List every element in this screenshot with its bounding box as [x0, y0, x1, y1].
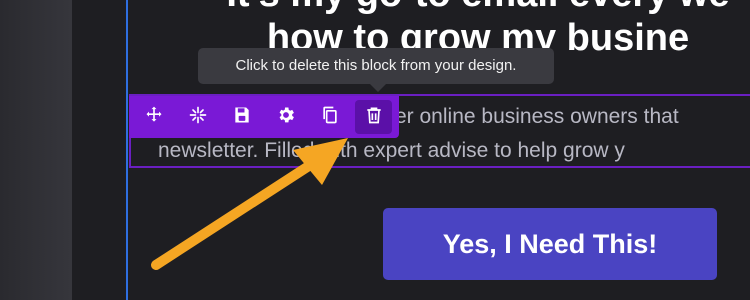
- duplicate-button[interactable]: [311, 100, 348, 134]
- cta-button[interactable]: Yes, I Need This!: [383, 208, 717, 280]
- gear-icon: [276, 105, 296, 130]
- move-button[interactable]: [135, 100, 172, 134]
- animate-button[interactable]: [179, 100, 216, 134]
- settings-button[interactable]: [267, 100, 304, 134]
- block-toolbar: [129, 96, 399, 138]
- delete-button[interactable]: [355, 100, 392, 134]
- copy-icon: [320, 105, 340, 130]
- sparkle-icon: [188, 105, 208, 130]
- save-icon: [232, 105, 252, 130]
- tooltip-tail: [370, 84, 386, 92]
- trash-icon: [364, 105, 384, 130]
- headline-line-1: It's my go-to email every we: [128, 0, 750, 16]
- move-icon: [144, 105, 164, 130]
- tooltip-text: Click to delete this block from your des…: [235, 57, 517, 74]
- left-panel: [0, 0, 72, 300]
- save-button[interactable]: [223, 100, 260, 134]
- delete-tooltip: Click to delete this block from your des…: [198, 48, 554, 92]
